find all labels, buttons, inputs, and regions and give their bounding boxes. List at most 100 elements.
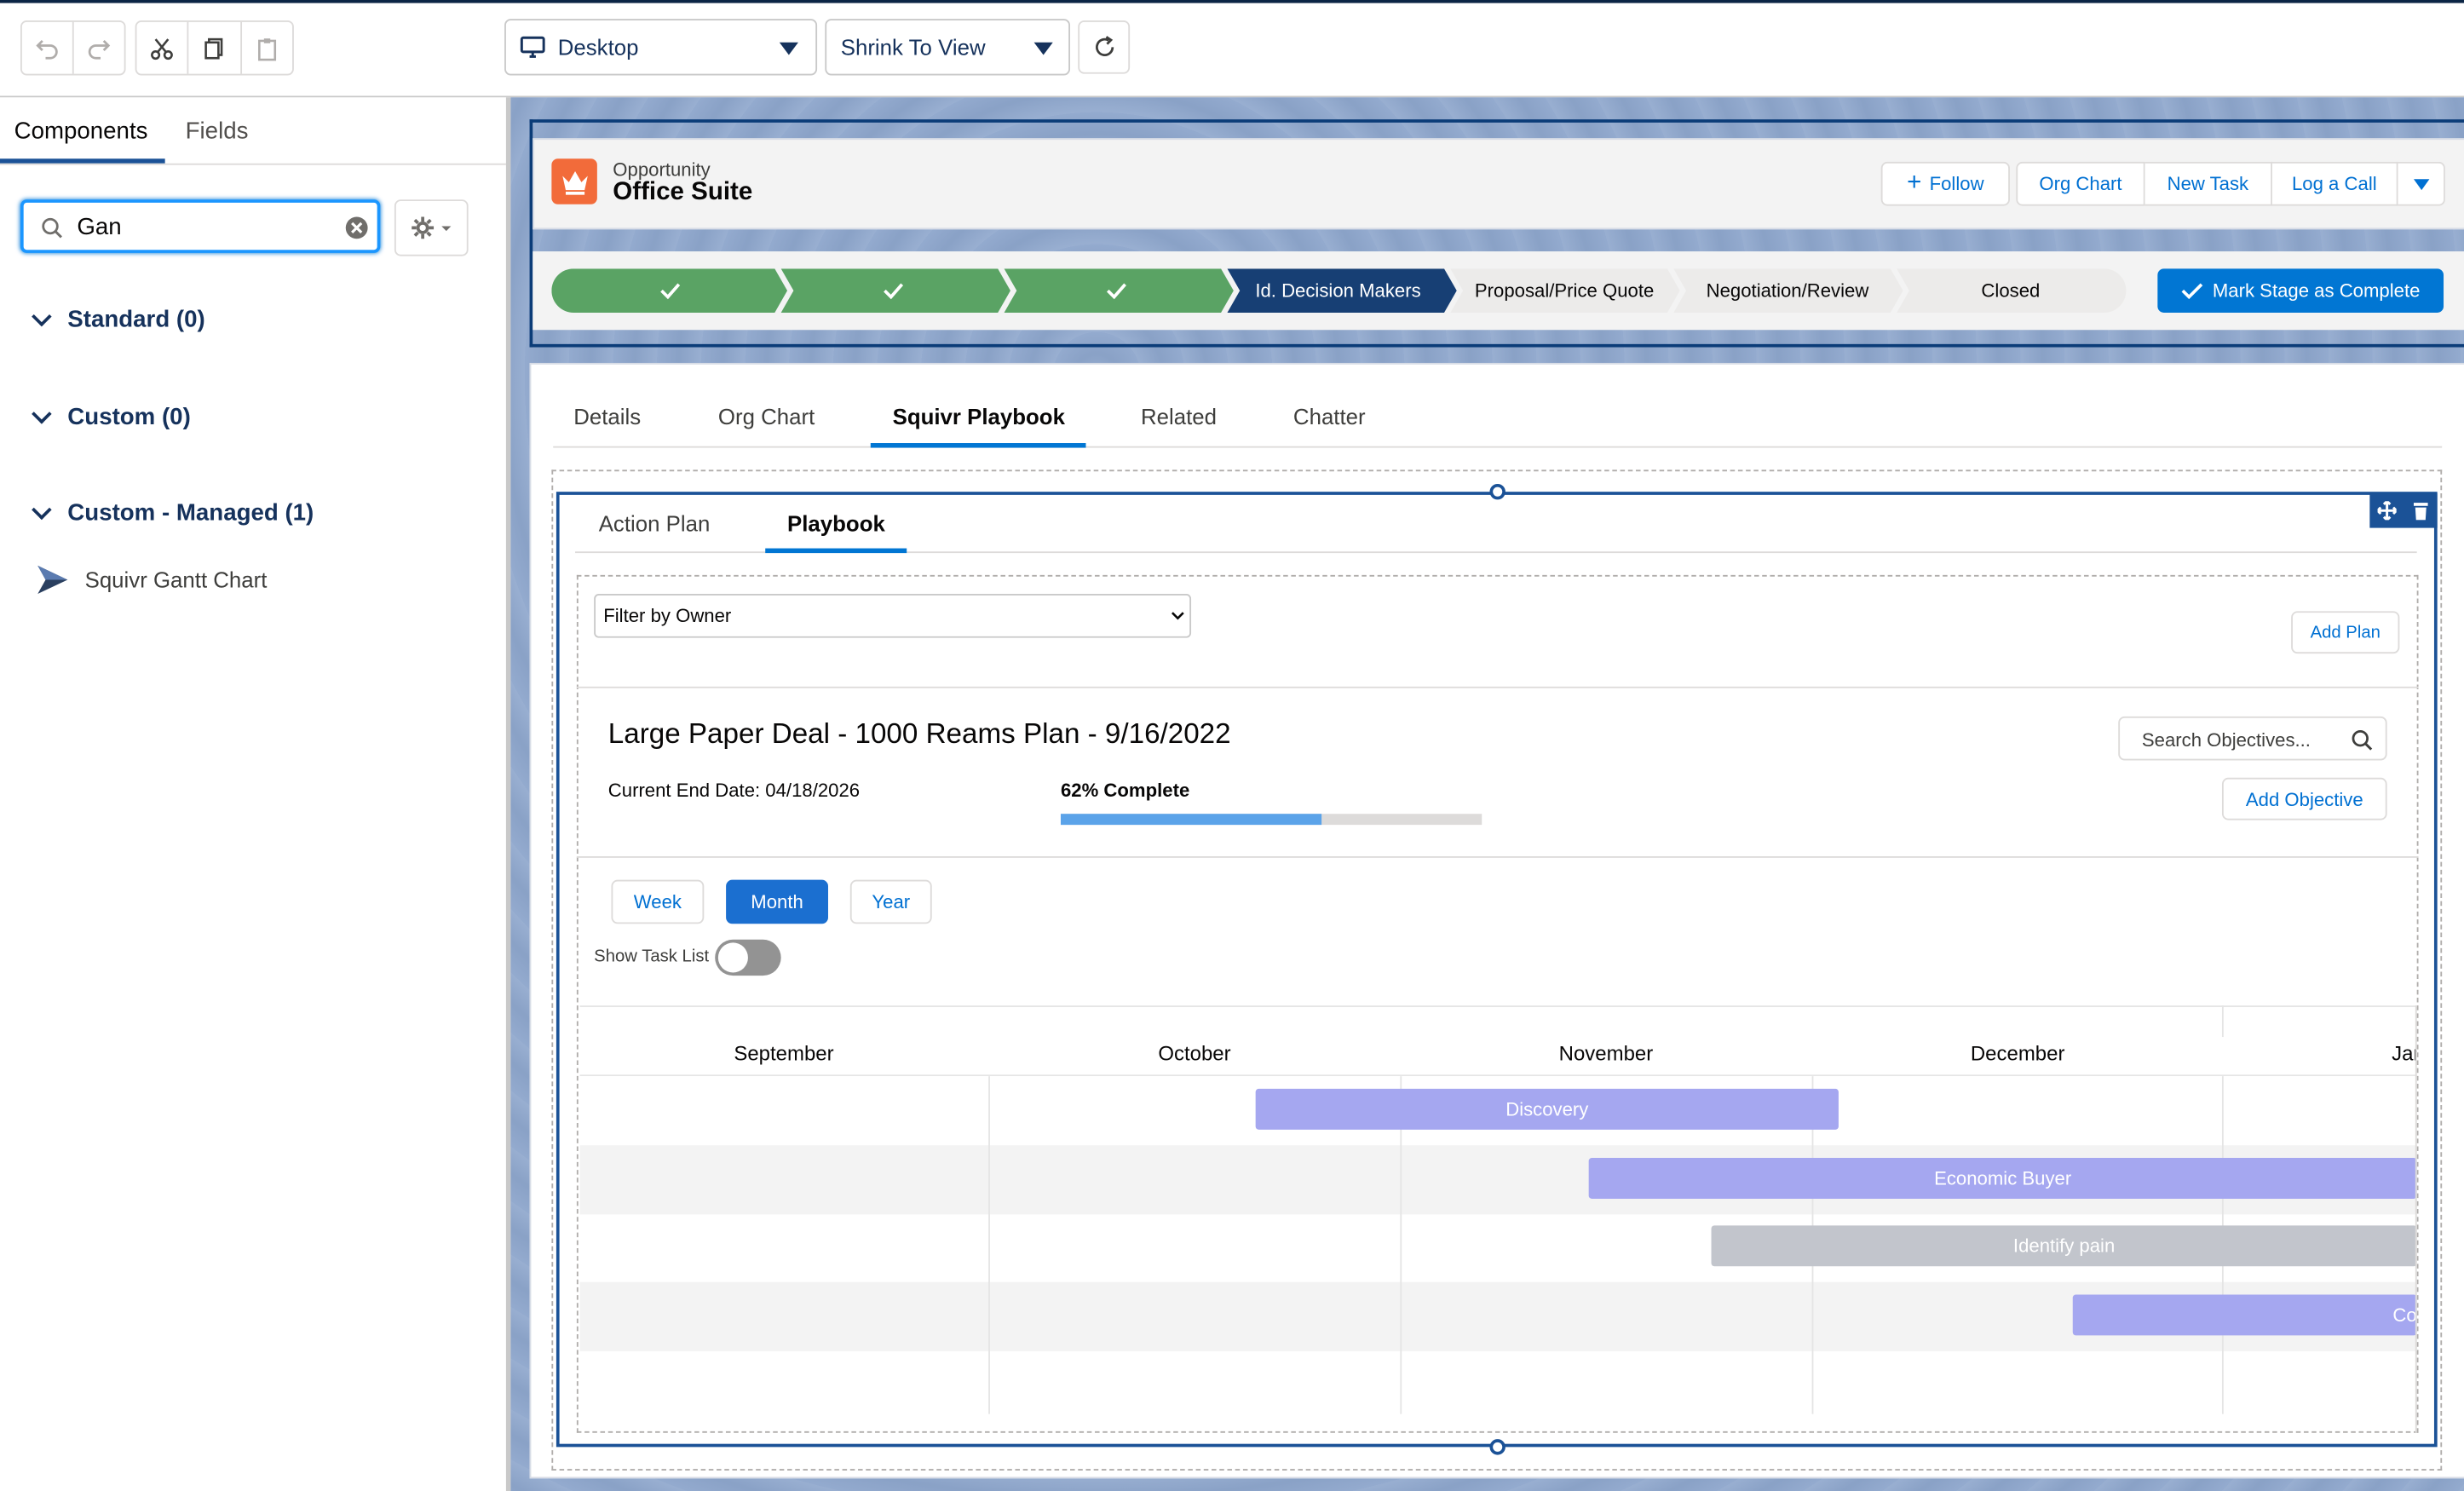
subtab-action-plan[interactable]: Action Plan bbox=[599, 510, 711, 536]
tab-related[interactable]: Related bbox=[1141, 404, 1217, 429]
gantt-bar-label: Co bbox=[2392, 1304, 2417, 1327]
tab-components[interactable]: Components bbox=[14, 118, 148, 144]
settings-button[interactable] bbox=[394, 199, 469, 256]
path-step-complete[interactable] bbox=[551, 268, 788, 313]
plan-progress-bar bbox=[1060, 814, 1482, 826]
gantt-month-label: October bbox=[1158, 1041, 1231, 1066]
year-button[interactable]: Year bbox=[849, 879, 932, 924]
mark-stage-complete-button[interactable]: Mark Stage as Complete bbox=[2157, 268, 2444, 313]
plan-title: Large Paper Deal - 1000 Reams Plan - 9/1… bbox=[607, 717, 1231, 750]
plan-percent-complete: 62% Complete bbox=[1060, 779, 1190, 802]
gantt-right-edge bbox=[2415, 1005, 2417, 1433]
week-button[interactable]: Week bbox=[611, 879, 705, 924]
desktop-icon bbox=[520, 36, 545, 58]
chevron-down-icon bbox=[32, 305, 52, 326]
search-input[interactable]: Gan bbox=[77, 214, 121, 240]
copy-icon bbox=[205, 37, 224, 59]
clipboard-icon bbox=[257, 37, 276, 60]
org-chart-button[interactable]: Org Chart bbox=[2016, 161, 2145, 206]
active-tab-indicator bbox=[870, 443, 1086, 448]
tabs-divider bbox=[553, 446, 2443, 448]
view-select[interactable]: Shrink To View bbox=[825, 19, 1071, 76]
chevron-down-icon bbox=[2413, 178, 2429, 190]
gantt-gridline bbox=[988, 1076, 990, 1414]
divider bbox=[576, 856, 2419, 858]
record-object-type: Opportunity bbox=[613, 158, 711, 181]
tab-fields[interactable]: Fields bbox=[186, 118, 249, 144]
gantt-top-border bbox=[579, 1005, 2417, 1008]
record-name: Office Suite bbox=[613, 179, 753, 206]
gantt-gridline bbox=[2221, 1005, 2224, 1038]
gantt-bar-economic-buyer[interactable]: Economic Buyer bbox=[1588, 1158, 2417, 1200]
component-item-label: Squivr Gantt Chart bbox=[84, 567, 268, 593]
section-standard[interactable]: Standard (0) bbox=[32, 305, 205, 333]
section-custom[interactable]: Custom (0) bbox=[32, 403, 191, 431]
tab-squivr-playbook[interactable]: Squivr Playbook bbox=[893, 404, 1065, 429]
gantt-bar-co[interactable]: Co bbox=[2072, 1294, 2417, 1336]
active-subtab-indicator bbox=[765, 548, 907, 554]
resize-handle-bottom[interactable] bbox=[1489, 1439, 1505, 1455]
section-custom-managed[interactable]: Custom - Managed (1) bbox=[32, 498, 314, 527]
gantt-month-label: September bbox=[734, 1041, 834, 1066]
gantt-month-label: Jan bbox=[2392, 1041, 2417, 1066]
gear-icon bbox=[411, 216, 451, 239]
clear-icon[interactable] bbox=[344, 216, 370, 241]
move-icon[interactable] bbox=[2377, 501, 2397, 521]
owner-filter-select[interactable]: Filter by Owner bbox=[594, 594, 1192, 638]
squivr-logo-icon bbox=[37, 565, 68, 595]
path-label: Closed bbox=[1981, 279, 2041, 302]
copy-button[interactable] bbox=[189, 21, 242, 74]
new-task-button[interactable]: New Task bbox=[2144, 161, 2272, 206]
add-objective-button[interactable]: Add Objective bbox=[2221, 777, 2387, 820]
undo-button[interactable] bbox=[22, 21, 73, 74]
cut-button[interactable] bbox=[136, 21, 189, 74]
path-label: Negotiation/Review bbox=[1706, 279, 1869, 302]
add-plan-button[interactable]: Add Plan bbox=[2291, 611, 2400, 654]
component-item-squivr-gantt[interactable]: Squivr Gantt Chart bbox=[35, 561, 349, 598]
resize-handle-top[interactable] bbox=[1489, 483, 1505, 500]
path-label: Proposal/Price Quote bbox=[1474, 279, 1655, 302]
chevron-down-icon bbox=[32, 498, 52, 520]
trash-icon[interactable] bbox=[2412, 501, 2429, 521]
search-objectives[interactable]: Search Objectives... bbox=[2118, 716, 2387, 761]
chevron-down-icon bbox=[1033, 42, 1053, 55]
search-icon bbox=[42, 217, 62, 239]
gantt-month-label: December bbox=[1970, 1041, 2065, 1066]
plan-end-date: Current End Date: 04/18/2026 bbox=[607, 779, 861, 802]
builder-toolbar bbox=[0, 3, 2464, 98]
section-custom-label: Custom (0) bbox=[67, 403, 191, 431]
paste-button[interactable] bbox=[241, 22, 292, 74]
tab-org-chart[interactable]: Org Chart bbox=[718, 404, 815, 429]
path-label-current: Id. Decision Makers bbox=[1255, 279, 1421, 302]
gantt-bar-identify-pain[interactable]: Identify pain bbox=[1711, 1225, 2417, 1267]
more-actions-button[interactable] bbox=[2398, 161, 2445, 206]
device-select[interactable]: Desktop bbox=[504, 19, 818, 76]
component-search[interactable]: Gan bbox=[20, 199, 381, 253]
show-task-list-label: Show Task List bbox=[594, 947, 710, 967]
subtab-playbook[interactable]: Playbook bbox=[787, 510, 885, 536]
section-custom-managed-label: Custom - Managed (1) bbox=[67, 499, 314, 527]
tab-chatter[interactable]: Chatter bbox=[1293, 404, 1366, 429]
opportunity-icon bbox=[551, 158, 597, 204]
device-select-value: Desktop bbox=[557, 34, 639, 60]
owner-filter-value: Filter by Owner bbox=[603, 604, 732, 627]
chevron-down-icon bbox=[1172, 612, 1184, 620]
tab-details[interactable]: Details bbox=[573, 404, 641, 429]
redo-button[interactable] bbox=[73, 22, 124, 74]
tab-divider bbox=[0, 163, 506, 165]
refresh-icon bbox=[1095, 36, 1114, 56]
follow-button-label: Follow bbox=[1929, 172, 1984, 195]
show-task-list-toggle[interactable] bbox=[715, 939, 781, 976]
month-button[interactable]: Month bbox=[726, 879, 828, 924]
gantt-bar-discovery[interactable]: Discovery bbox=[1255, 1088, 1839, 1130]
log-call-button[interactable]: Log a Call bbox=[2271, 161, 2398, 206]
divider bbox=[576, 686, 2419, 688]
chevron-down-icon bbox=[32, 403, 52, 423]
refresh-button[interactable] bbox=[1078, 20, 1131, 74]
search-objectives-input[interactable]: Search Objectives... bbox=[2142, 729, 2311, 751]
follow-button[interactable]: + Follow bbox=[1880, 161, 2010, 206]
chevron-down-icon bbox=[779, 42, 798, 55]
undo-icon bbox=[35, 39, 58, 59]
history-group bbox=[20, 20, 126, 76]
component-actions bbox=[2369, 493, 2438, 528]
